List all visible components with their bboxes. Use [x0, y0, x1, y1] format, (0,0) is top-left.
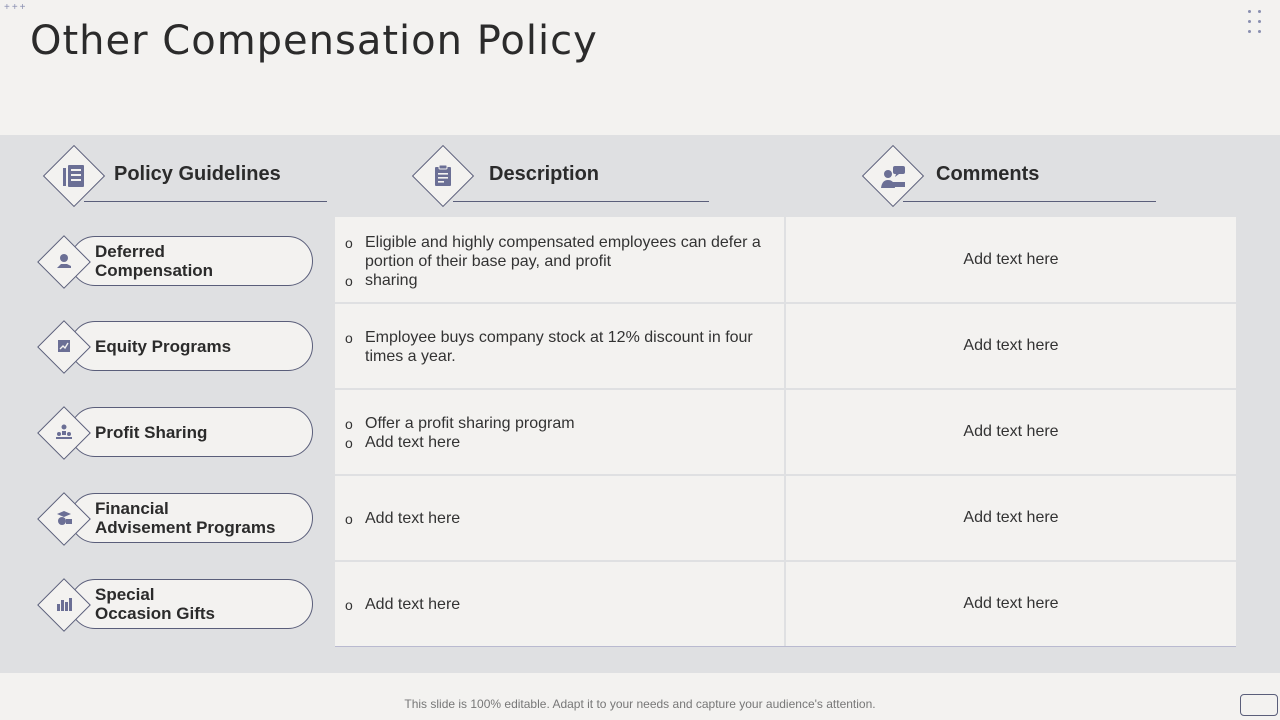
graduation-money-icon	[52, 506, 76, 530]
comment-cell: Add text here	[786, 390, 1236, 474]
clipboard-icon	[423, 156, 463, 196]
description-cell: Add text here	[335, 476, 784, 560]
policy-pill-special-occasion-gifts: Special Occasion Gifts	[70, 579, 313, 629]
person-chat-icon	[873, 156, 913, 196]
policy-table: Eligible and highly compensated employee…	[335, 217, 1236, 647]
policy-label: Equity Programs	[95, 336, 232, 356]
policy-pill-equity-programs: Equity Programs	[70, 321, 313, 371]
comment-cell: Add text here	[786, 562, 1236, 646]
policy-label: Financial Advisement Programs	[95, 499, 276, 537]
policy-pill-profit-sharing: Profit Sharing	[70, 407, 313, 457]
gift-bars-icon	[52, 592, 76, 616]
decorative-dot-grid	[1248, 10, 1268, 36]
header-description: Description	[411, 144, 713, 208]
money-hand-icon	[52, 249, 76, 273]
header-label: Comments	[936, 163, 1040, 185]
list-item: Offer a profit sharing program	[345, 414, 764, 434]
description-cell: Employee buys company stock at 12% disco…	[335, 304, 784, 388]
people-share-icon	[52, 420, 76, 444]
description-cell: Eligible and highly compensated employee…	[335, 217, 784, 302]
header-underline	[84, 201, 327, 202]
page-title: Other Compensation Policy	[30, 18, 598, 64]
document-list-icon	[54, 156, 94, 196]
policy-label: Special Occasion Gifts	[95, 585, 215, 623]
policy-label: Profit Sharing	[95, 422, 208, 442]
header-label: Policy Guidelines	[114, 163, 281, 185]
header-label: Description	[489, 163, 600, 185]
description-cell: Offer a profit sharing program Add text …	[335, 390, 784, 474]
decorative-plus-marks: +++	[4, 2, 28, 13]
header-policy-guidelines: Policy Guidelines	[42, 144, 344, 208]
list-item: Add text here	[345, 509, 764, 529]
list-item: sharing	[345, 271, 764, 291]
list-item: Add text here	[345, 433, 764, 453]
comment-cell: Add text here	[786, 304, 1236, 388]
policy-pill-deferred-compensation: Deferred Compensation	[70, 236, 313, 286]
policy-label: Deferred Compensation	[95, 242, 214, 280]
footer-note: This slide is 100% editable. Adapt it to…	[404, 697, 876, 711]
comment-cell: Add text here	[786, 476, 1236, 560]
header-underline	[903, 201, 1156, 202]
list-item: Add text here	[345, 595, 764, 615]
header-underline	[453, 201, 709, 202]
stock-chart-icon	[52, 334, 76, 358]
list-item: Eligible and highly compensated employee…	[345, 233, 764, 271]
comment-cell: Add text here	[786, 217, 1236, 302]
list-item: Employee buys company stock at 12% disco…	[345, 328, 764, 366]
description-cell: Add text here	[335, 562, 784, 646]
policy-pill-financial-advisement: Financial Advisement Programs	[70, 493, 313, 543]
slide-nav-box[interactable]	[1240, 694, 1278, 716]
header-comments: Comments	[861, 144, 1163, 208]
